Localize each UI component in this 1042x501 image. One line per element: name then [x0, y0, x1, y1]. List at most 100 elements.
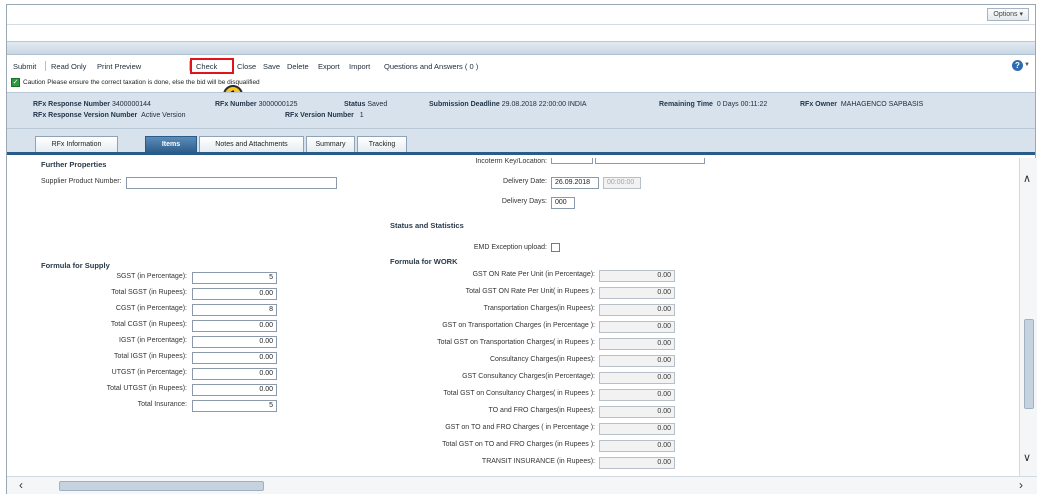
- questions-answers-button[interactable]: Questions and Answers ( 0 ): [384, 62, 478, 71]
- supply-field-input[interactable]: 5: [192, 400, 277, 412]
- options-button[interactable]: Options ▾: [987, 8, 1029, 21]
- supply-field-input[interactable]: 5: [192, 272, 277, 284]
- work-field-value[interactable]: 0.00: [599, 355, 675, 367]
- supply-field-label: IGST (in Percentage):: [119, 337, 187, 344]
- work-field-label: GST ON Rate Per Unit (in Percentage):: [472, 271, 595, 278]
- work-field-value[interactable]: 0.00: [599, 440, 675, 452]
- tab-tracking[interactable]: Tracking: [357, 136, 407, 152]
- scroll-right-icon[interactable]: ›: [1019, 478, 1023, 492]
- tab-strip: RFx Information Items Notes and Attachme…: [7, 129, 1035, 155]
- check-highlight: [190, 58, 234, 74]
- tab-summary[interactable]: Summary: [306, 136, 355, 152]
- supply-field-input[interactable]: 0.00: [192, 352, 277, 364]
- work-field-label: Total GST on Transportation Charges( in …: [437, 339, 595, 346]
- work-field-label: GST on Transportation Charges (in Percen…: [442, 322, 595, 329]
- rfx-owner: RFx Owner MAHAGENCO SAPBASIS: [800, 101, 924, 108]
- help-dropdown-icon[interactable]: ▼: [1024, 62, 1030, 68]
- toolbar: Submit Read Only Print Preview Check Clo…: [7, 56, 1035, 76]
- work-field-label: GST Consultancy Charges(in Percentage):: [462, 373, 595, 380]
- import-button[interactable]: Import: [349, 62, 370, 71]
- work-field-label: TO and FRO Charges(in Rupees):: [488, 407, 595, 414]
- supply-field-label: Total SGST (in Rupees):: [111, 289, 187, 296]
- emd-exception-checkbox[interactable]: [551, 243, 560, 252]
- help-icon[interactable]: ?: [1012, 60, 1023, 71]
- supply-field-input[interactable]: 0.00: [192, 368, 277, 380]
- work-field-value[interactable]: 0.00: [599, 287, 675, 299]
- submission-deadline: Submission Deadline 29.08.2018 22:00:00 …: [429, 101, 587, 108]
- title-strip: [7, 41, 1035, 55]
- scroll-down-icon[interactable]: ∨: [1023, 451, 1031, 464]
- supplier-product-number-input[interactable]: [126, 177, 337, 189]
- supply-field-label: Total IGST (in Rupees):: [113, 353, 187, 360]
- work-field-value[interactable]: 0.00: [599, 406, 675, 418]
- supply-field-input[interactable]: 0.00: [192, 320, 277, 332]
- supply-field-input[interactable]: 0.00: [192, 288, 277, 300]
- delivery-days-input[interactable]: 000: [551, 197, 575, 209]
- incoterm-key-input[interactable]: [551, 158, 593, 164]
- supply-field-label: CGST (in Percentage):: [115, 305, 187, 312]
- work-field-label: Total GST on Consultancy Charges( in Rup…: [443, 390, 595, 397]
- delivery-date-label: Delivery Date:: [503, 178, 547, 185]
- delete-button[interactable]: Delete: [287, 62, 309, 71]
- formula-supply-title: Formula for Supply: [41, 261, 110, 270]
- top-bar: Options ▾: [7, 5, 1035, 25]
- items-detail-panel: Further Properties Incoterm Key/Location…: [7, 158, 1019, 476]
- print-preview-button[interactable]: Print Preview: [97, 62, 141, 71]
- work-field-label: Total GST ON Rate Per Unit( in Rupees ):: [465, 288, 595, 295]
- formula-work-title: Formula for WORK: [390, 257, 458, 266]
- supply-field-label: Total CGST (in Rupees):: [110, 321, 187, 328]
- scroll-up-icon[interactable]: ∧: [1023, 172, 1031, 185]
- work-field-value[interactable]: 0.00: [599, 321, 675, 333]
- work-field-label: Total GST on TO and FRO Charges (in Rupe…: [442, 441, 595, 448]
- work-field-label: Consultancy Charges(in Rupees):: [489, 356, 595, 363]
- save-button[interactable]: Save: [263, 62, 280, 71]
- status-statistics-title: Status and Statistics: [390, 221, 464, 230]
- work-field-value[interactable]: 0.00: [599, 423, 675, 435]
- incoterm-label: Incoterm Key/Location:: [475, 158, 547, 165]
- caution-message: ✓ Caution Please ensure the correct taxat…: [11, 78, 260, 90]
- tab-rfx-information[interactable]: RFx Information: [35, 136, 118, 152]
- rfx-response-version: RFx Response Version Number Active Versi…: [33, 112, 186, 119]
- tab-items[interactable]: Items: [145, 136, 197, 152]
- further-properties-title: Further Properties: [41, 160, 107, 169]
- horizontal-scroll-thumb[interactable]: [59, 481, 264, 491]
- close-button[interactable]: Close: [237, 62, 256, 71]
- work-field-value[interactable]: 0.00: [599, 389, 675, 401]
- delivery-time-input[interactable]: 00:00:00: [603, 177, 641, 189]
- work-field-value[interactable]: 0.00: [599, 304, 675, 316]
- app-window: Options ▾ Submit Read Only Print Preview…: [6, 4, 1037, 494]
- work-field-value[interactable]: 0.00: [599, 457, 675, 469]
- supply-field-input[interactable]: 8: [192, 304, 277, 316]
- export-button[interactable]: Export: [318, 62, 340, 71]
- work-field-label: GST on TO and FRO Charges ( in Percentag…: [445, 424, 595, 431]
- work-field-value[interactable]: 0.00: [599, 372, 675, 384]
- emd-exception-label: EMD Exception upload:: [473, 244, 547, 251]
- read-only-button[interactable]: Read Only: [51, 62, 86, 71]
- rfx-version-number: RFx Version Number 1: [285, 112, 364, 119]
- rfx-number: RFx Number 3000000125: [215, 101, 298, 108]
- work-field-label: TRANSIT INSURANCE (in Rupees):: [481, 458, 595, 465]
- delivery-date-input[interactable]: 26.09.2018: [551, 177, 599, 189]
- submit-button[interactable]: Submit: [13, 62, 36, 71]
- caution-text: Caution Please ensure the correct taxati…: [23, 79, 260, 87]
- tab-notes-and-attachments[interactable]: Notes and Attachments: [199, 136, 304, 152]
- supply-field-label: SGST (in Percentage):: [116, 273, 187, 280]
- scroll-left-icon[interactable]: ‹: [19, 478, 23, 492]
- work-field-value[interactable]: 0.00: [599, 338, 675, 350]
- caution-checkbox-icon[interactable]: ✓: [11, 78, 20, 87]
- supply-field-input[interactable]: 0.00: [192, 336, 277, 348]
- rfx-response-number: RFx Response Number 3400000144: [33, 101, 151, 108]
- supplier-product-number-label: Supplier Product Number:: [41, 178, 122, 185]
- delivery-days-label: Delivery Days:: [501, 198, 547, 205]
- supply-field-input[interactable]: 0.00: [192, 384, 277, 396]
- supply-field-label: Total UTGST (in Rupees):: [106, 385, 187, 392]
- vertical-scroll-thumb[interactable]: [1024, 319, 1034, 409]
- horizontal-scrollbar[interactable]: ‹ ›: [7, 476, 1037, 494]
- supply-field-label: Total Insurance:: [137, 401, 187, 408]
- work-field-value[interactable]: 0.00: [599, 270, 675, 282]
- remaining-time: Remaining Time 0 Days 00:11:22: [659, 101, 768, 108]
- rfx-status: Status Saved: [344, 101, 388, 108]
- work-field-label: Transportation Charges(in Rupees):: [483, 305, 595, 312]
- incoterm-location-input[interactable]: [595, 158, 705, 164]
- vertical-scrollbar[interactable]: ∧ ∨: [1019, 158, 1037, 476]
